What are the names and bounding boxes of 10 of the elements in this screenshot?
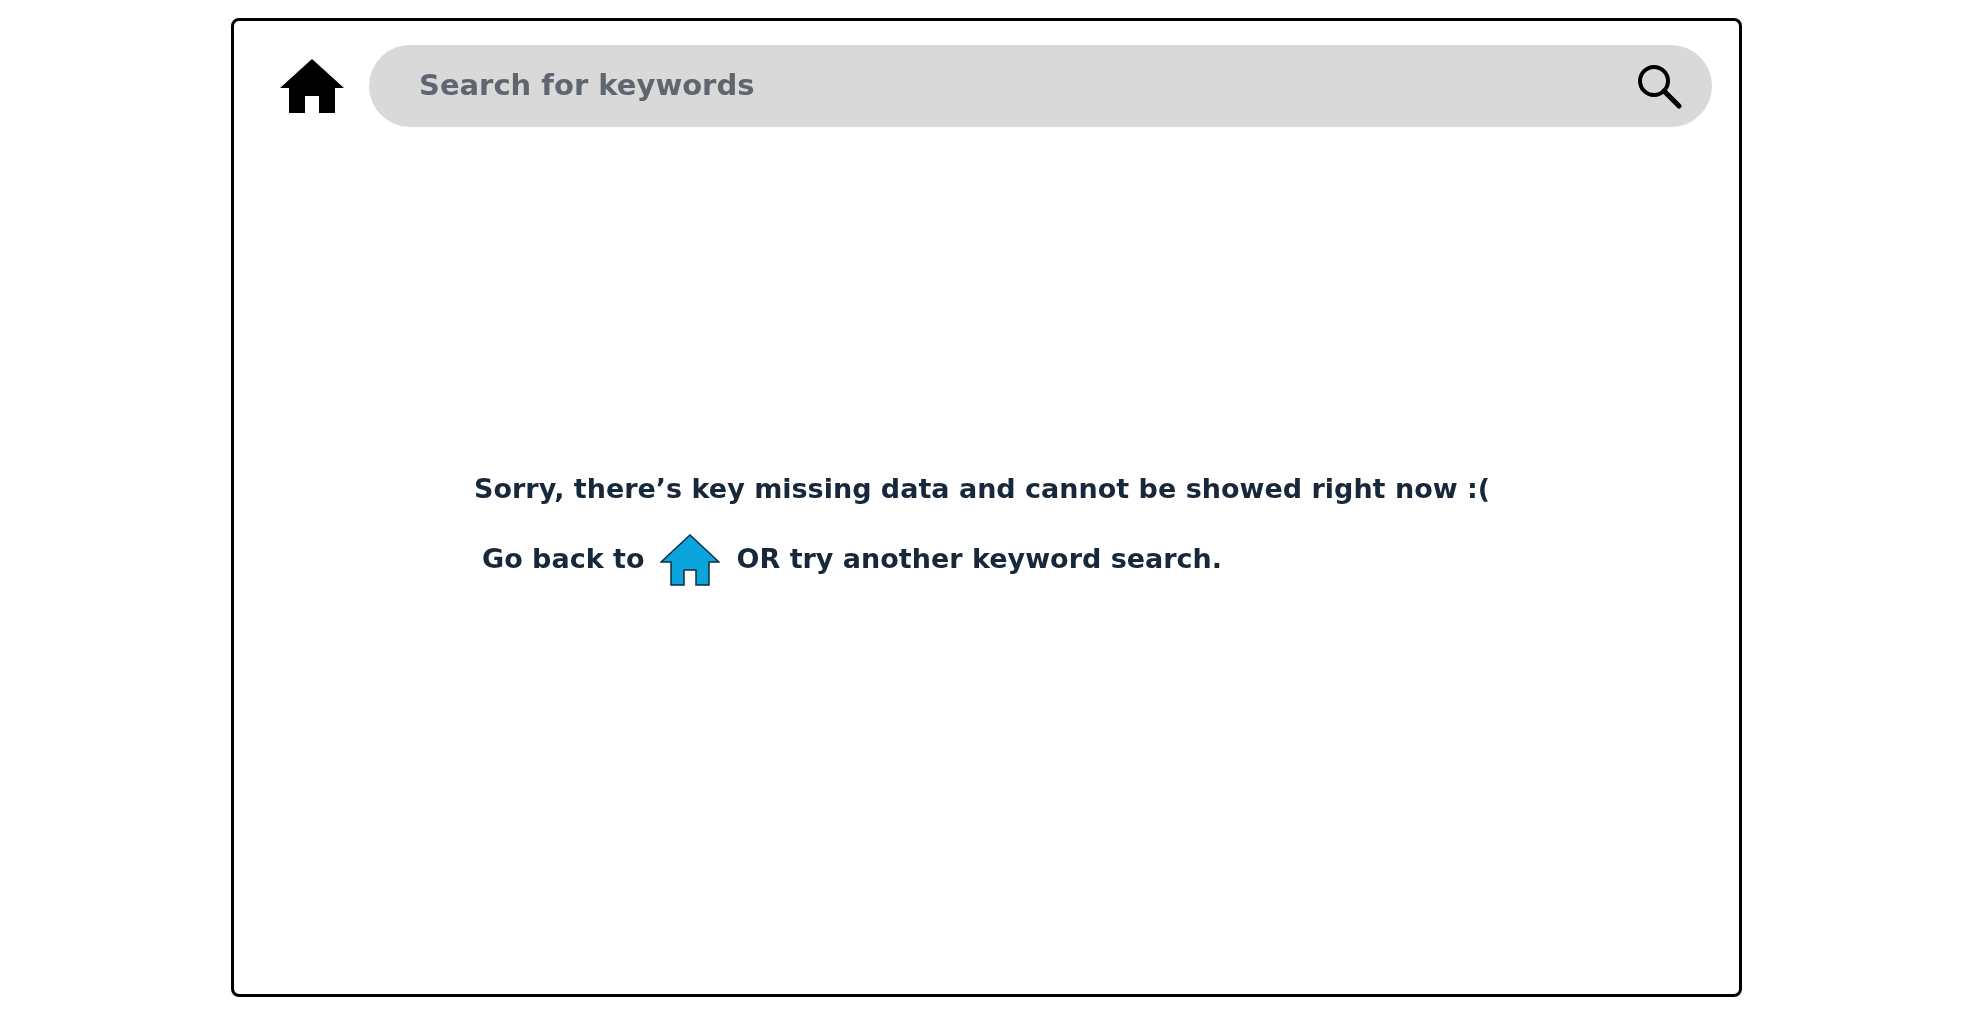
home-button[interactable] <box>279 58 345 114</box>
hint-text: OR try another keyword search. <box>736 542 1223 577</box>
home-icon <box>660 533 721 586</box>
home-link[interactable] <box>660 533 721 586</box>
search-field[interactable]: Search for keywords <box>417 63 1636 109</box>
hint-text: Go back to <box>482 542 645 577</box>
error-message: Sorry, there’s key missing data and cannot be showed right now :( <box>474 472 1492 506</box>
search-icon <box>1636 63 1682 109</box>
search-bar[interactable]: Search for keywords <box>369 45 1712 127</box>
home-icon <box>279 58 345 114</box>
